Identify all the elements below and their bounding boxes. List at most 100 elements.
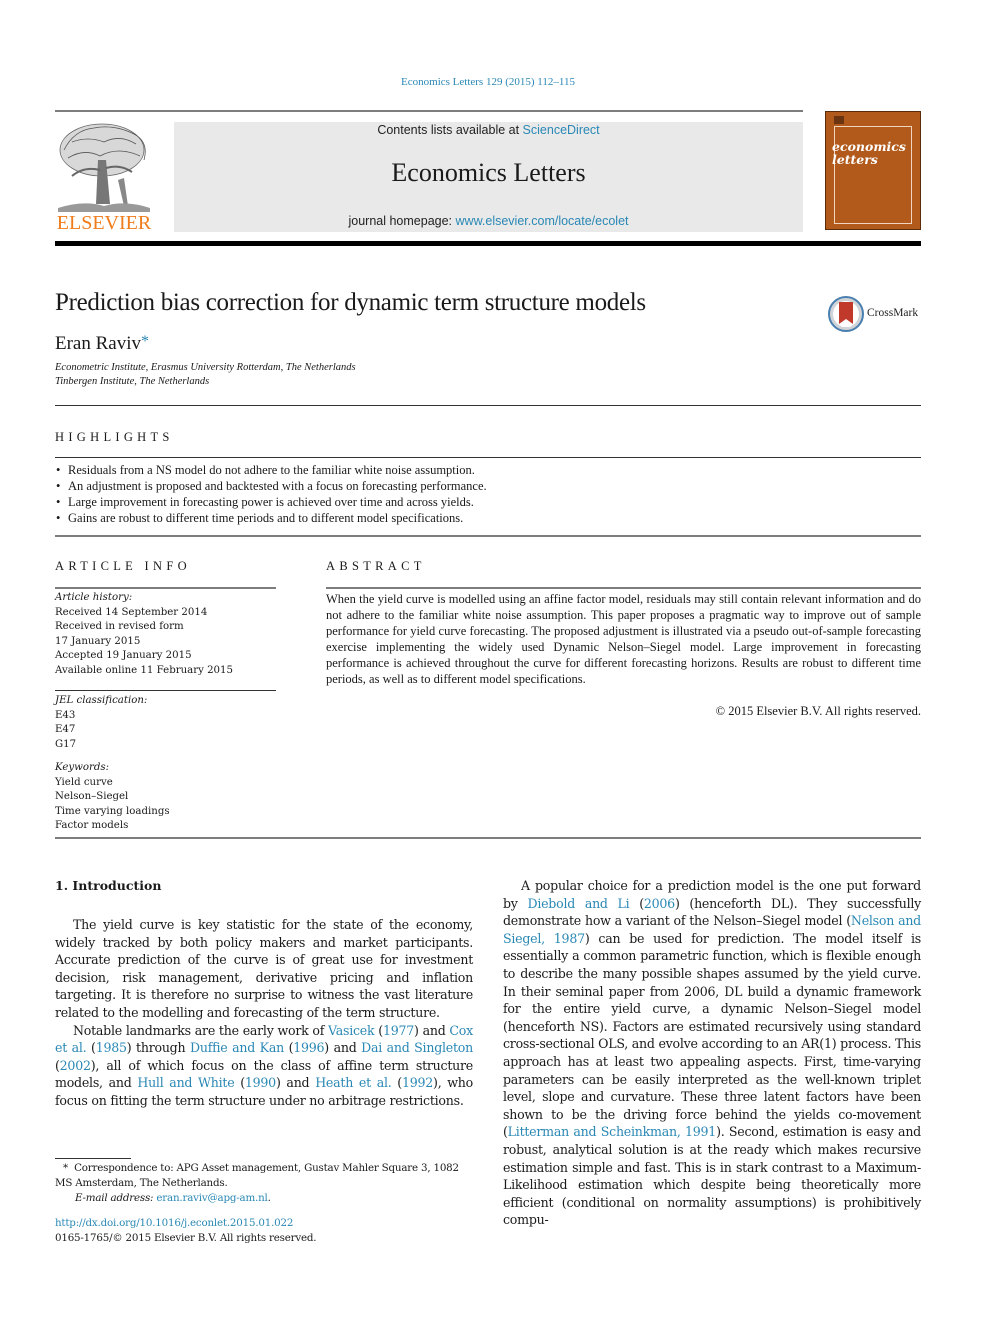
highlight-item: An adjustment is proposed and backtested… — [55, 478, 487, 494]
journal-banner: Contents lists available at ScienceDirec… — [174, 122, 803, 232]
highlights-heading: HIGHLIGHTS — [55, 430, 174, 444]
cover-title-line2: letters — [832, 152, 878, 167]
history-item: 17 January 2015 — [55, 635, 141, 647]
text: ( — [283, 1040, 294, 1056]
citation-link[interactable]: Dai and Singleton — [361, 1040, 473, 1055]
divider — [55, 535, 921, 537]
keywords: Keywords: Yield curve Nelson–Siegel Time… — [55, 761, 276, 834]
text: ) through — [126, 1040, 190, 1056]
divider — [326, 587, 921, 589]
abstract-heading: ABSTRACT — [326, 559, 426, 573]
elsevier-wordmark: ELSEVIER — [56, 212, 152, 234]
text: ). Second, estimation is easy and robust… — [503, 1124, 921, 1228]
text: Notable landmarks are the early work of — [73, 1022, 329, 1038]
text: ( — [234, 1075, 245, 1091]
crossmark-icon — [828, 296, 864, 332]
contents-line: Contents lists available at ScienceDirec… — [174, 122, 803, 138]
email-link[interactable]: eran.raviv@apg-am.nl — [156, 1192, 267, 1204]
highlight-item: Residuals from a NS model do not adhere … — [55, 462, 487, 478]
divider — [55, 405, 921, 406]
divider — [55, 587, 276, 589]
doi-block: http://dx.doi.org/10.1016/j.econlet.2015… — [55, 1216, 317, 1245]
divider — [55, 457, 921, 458]
sciencedirect-link[interactable]: ScienceDirect — [523, 123, 600, 137]
jel-code: G17 — [55, 738, 77, 750]
text: ) and — [324, 1040, 362, 1056]
author-footnote-mark[interactable]: * — [141, 333, 149, 350]
doi-link[interactable]: http://dx.doi.org/10.1016/j.econlet.2015… — [55, 1217, 293, 1229]
keyword: Time varying loadings — [55, 805, 170, 817]
author-line: Eran Raviv* — [55, 333, 149, 355]
text: ( — [629, 895, 644, 911]
text: ( — [391, 1075, 402, 1091]
homepage-line: journal homepage: www.elsevier.com/locat… — [174, 214, 803, 228]
article-history: Article history: Received 14 September 2… — [55, 591, 276, 678]
affiliation-2: Tinbergen Institute, The Netherlands — [55, 376, 210, 387]
citation-link[interactable]: Litterman and Scheinkman, 1991 — [508, 1124, 717, 1139]
running-head[interactable]: Economics Letters 129 (2015) 112–115 — [0, 76, 976, 88]
section-heading-introduction: 1. Introduction — [55, 878, 162, 893]
article-title: Prediction bias correction for dynamic t… — [55, 289, 646, 316]
jel-code: E47 — [55, 724, 76, 735]
citation-link[interactable]: Hull and White — [137, 1075, 234, 1090]
citation-link[interactable]: 1985 — [96, 1040, 127, 1055]
citation-link[interactable]: Vasicek — [328, 1023, 375, 1038]
footnote: * Correspondence to: APG Asset managemen… — [55, 1161, 475, 1206]
abstract-copyright: © 2015 Elsevier B.V. All rights reserved… — [715, 704, 921, 718]
keyword: Yield curve — [55, 776, 113, 788]
left-column: The yield curve is key statistic for the… — [55, 916, 473, 1110]
keyword: Factor models — [55, 820, 129, 831]
history-label: Article history: — [55, 592, 133, 603]
text: ) and — [414, 1022, 450, 1038]
header-thick-rule — [55, 241, 921, 246]
history-item: Available online 11 February 2015 — [55, 664, 234, 676]
history-item: Received in revised form — [55, 621, 184, 632]
footnote-rule — [55, 1158, 131, 1159]
intro-paragraph-3: A popular choice for a prediction model … — [503, 877, 921, 1229]
citation-link[interactable]: 2006 — [644, 896, 675, 911]
author-name: Eran Raviv — [55, 333, 142, 354]
email-label: E-mail address: — [75, 1192, 157, 1204]
jel-classification: JEL classification: E43 E47 G17 — [55, 694, 276, 752]
citation-link[interactable]: 1992 — [402, 1075, 433, 1090]
journal-cover-thumbnail[interactable]: economics letters — [825, 111, 921, 230]
highlight-item: Gains are robust to different time perio… — [55, 510, 487, 526]
contents-prefix: Contents lists available at — [377, 123, 523, 137]
cover-title: economics letters — [832, 140, 906, 166]
text: ( — [374, 1022, 383, 1038]
text: ) can be used for prediction. The model … — [503, 930, 921, 1140]
citation-link[interactable]: Duffie and Kan — [190, 1040, 284, 1055]
email-suffix: . — [267, 1192, 271, 1204]
keyword: Nelson–Siegel — [55, 791, 129, 802]
citation-link[interactable]: 1977 — [383, 1023, 414, 1038]
jel-label: JEL classification: — [55, 695, 148, 706]
affiliation-1: Econometric Institute, Erasmus Universit… — [55, 362, 356, 373]
text: ( — [86, 1040, 96, 1056]
divider — [55, 837, 921, 839]
journal-title: Economics Letters — [391, 158, 586, 187]
keywords-label: Keywords: — [55, 762, 110, 773]
abstract-text: When the yield curve is modelled using a… — [326, 592, 921, 686]
citation-link[interactable]: 2002 — [60, 1058, 91, 1073]
citation-link[interactable]: 1990 — [245, 1075, 276, 1090]
right-column: A popular choice for a prediction model … — [503, 877, 921, 1229]
history-item: Received 14 September 2014 — [55, 606, 208, 618]
text: ) and — [275, 1075, 316, 1091]
article-info-heading: ARTICLE INFO — [55, 559, 191, 573]
divider — [55, 690, 276, 691]
cover-publisher-mark — [834, 116, 844, 124]
citation-link[interactable]: Diebold and Li — [527, 896, 629, 911]
journal-homepage-link[interactable]: www.elsevier.com/locate/ecolet — [456, 214, 629, 228]
intro-paragraph-2: Notable landmarks are the early work of … — [55, 1022, 473, 1110]
crossmark-badge[interactable]: CrossMark — [828, 296, 928, 332]
homepage-prefix: journal homepage: — [348, 214, 456, 228]
issn-line: 0165-1765/© 2015 Elsevier B.V. All right… — [55, 1231, 317, 1244]
intro-paragraph-1: The yield curve is key statistic for the… — [55, 917, 473, 1020]
citation-link[interactable]: Heath et al. — [315, 1075, 392, 1090]
history-item: Accepted 19 January 2015 — [55, 650, 192, 661]
footnote-mark: * — [63, 1162, 68, 1174]
jel-code: E43 — [55, 709, 76, 721]
highlight-item: Large improvement in forecasting power i… — [55, 494, 487, 510]
highlights-list: Residuals from a NS model do not adhere … — [55, 462, 487, 526]
citation-link[interactable]: 1996 — [293, 1040, 324, 1055]
